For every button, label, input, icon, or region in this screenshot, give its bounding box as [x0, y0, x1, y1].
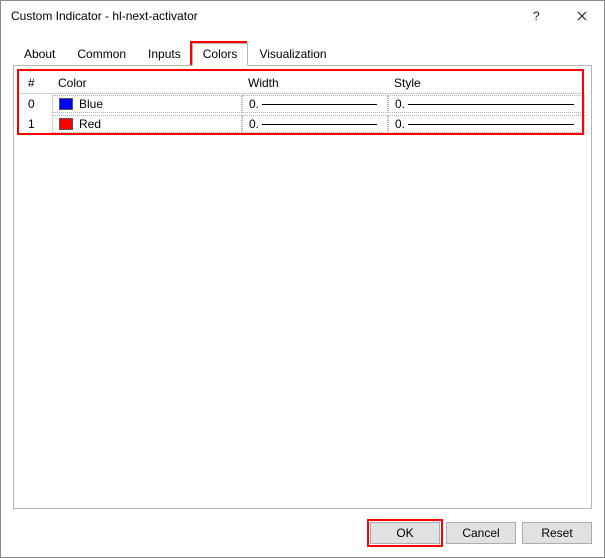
width-cell[interactable]: 0.: [242, 95, 388, 113]
style-value: 0.: [395, 117, 405, 131]
style-value: 0.: [395, 97, 405, 111]
header-color: Color: [52, 76, 242, 90]
dialog-window: Custom Indicator - hl-next-activator ? A…: [0, 0, 605, 558]
window-title: Custom Indicator - hl-next-activator: [11, 9, 516, 23]
style-cell[interactable]: 0.: [388, 115, 585, 133]
svg-text:?: ?: [533, 9, 540, 23]
header-index: #: [20, 76, 52, 90]
dialog-footer: OK Cancel Reset: [1, 509, 604, 557]
color-swatch: [59, 98, 73, 110]
cancel-button[interactable]: Cancel: [446, 522, 516, 544]
ok-button[interactable]: OK: [370, 522, 440, 544]
tab-common[interactable]: Common: [66, 43, 137, 66]
width-value: 0.: [249, 97, 259, 111]
table-row[interactable]: 0 Blue 0. 0.: [20, 94, 585, 114]
table-header: # Color Width Style: [20, 72, 585, 94]
tab-visualization[interactable]: Visualization: [248, 43, 337, 66]
row-index: 1: [20, 117, 52, 131]
help-button[interactable]: ?: [516, 1, 560, 31]
table-row[interactable]: 1 Red 0. 0.: [20, 114, 585, 134]
color-cell[interactable]: Red: [52, 115, 242, 133]
width-cell[interactable]: 0.: [242, 115, 388, 133]
color-swatch: [59, 118, 73, 130]
colors-table: # Color Width Style 0 Blue 0.: [20, 72, 585, 134]
header-style: Style: [388, 76, 585, 90]
color-name: Blue: [79, 97, 103, 111]
highlight-rect: OK: [370, 522, 440, 544]
tab-colors[interactable]: Colors: [192, 43, 249, 66]
tab-inputs[interactable]: Inputs: [137, 43, 192, 66]
color-name: Red: [79, 117, 101, 131]
tab-panel-colors: # Color Width Style 0 Blue 0.: [13, 65, 592, 509]
style-cell[interactable]: 0.: [388, 95, 585, 113]
tabs: About Common Inputs Colors Visualization: [13, 43, 592, 66]
dialog-body: About Common Inputs Colors Visualization…: [1, 31, 604, 509]
row-index: 0: [20, 97, 52, 111]
color-cell[interactable]: Blue: [52, 95, 242, 113]
tab-about[interactable]: About: [13, 43, 66, 66]
width-value: 0.: [249, 117, 259, 131]
titlebar: Custom Indicator - hl-next-activator ?: [1, 1, 604, 31]
close-button[interactable]: [560, 1, 604, 31]
reset-button[interactable]: Reset: [522, 522, 592, 544]
header-width: Width: [242, 76, 388, 90]
